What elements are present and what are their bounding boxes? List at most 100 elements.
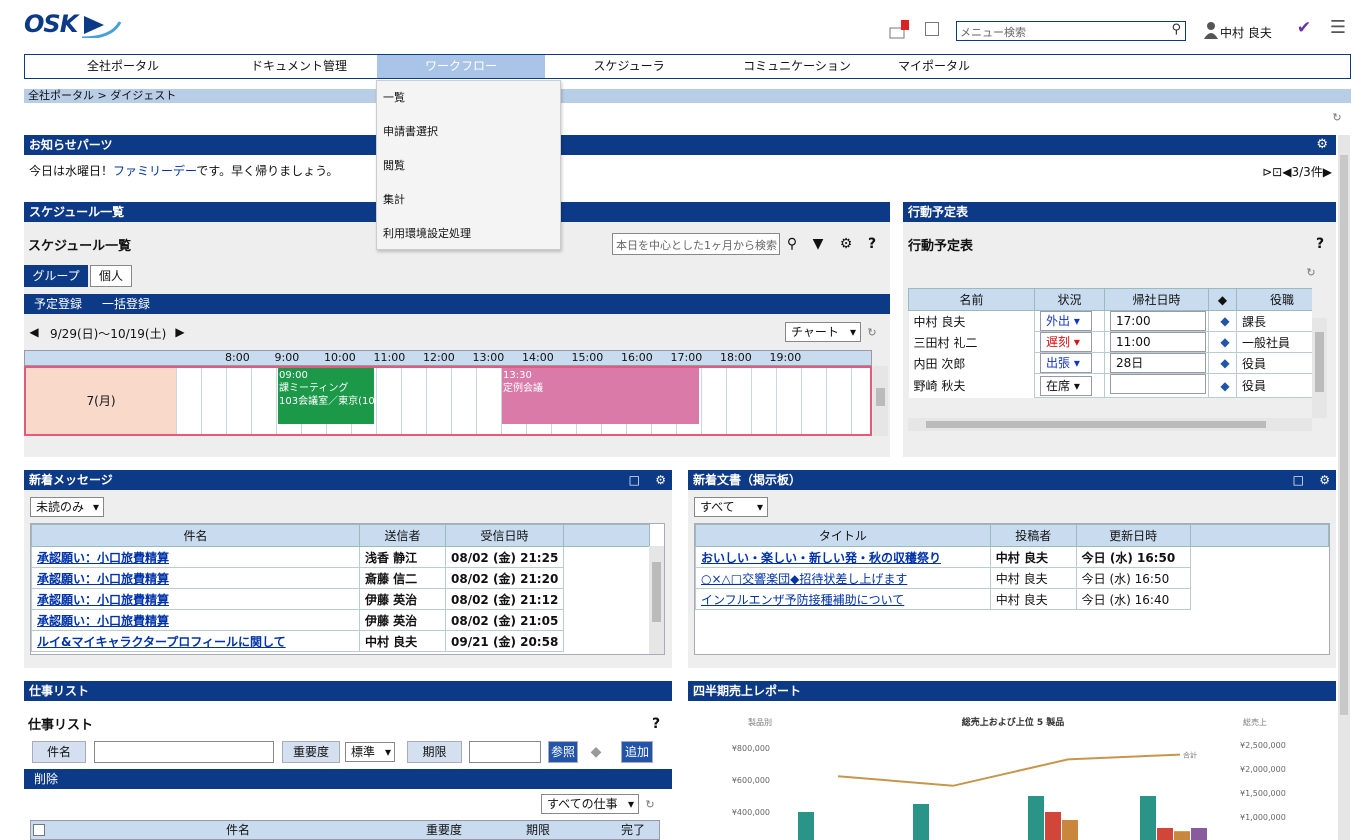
schedule-help-icon[interactable]: ? — [864, 236, 880, 252]
hamburger-menu-icon[interactable]: ☰ — [1328, 19, 1348, 40]
user-menu[interactable]: 中村 良夫 — [1204, 21, 1284, 41]
message-subject-link[interactable]: ルイ&マイキャラクタープロフィールに関して — [37, 635, 286, 649]
nav-scheduler[interactable]: スケジューラ — [545, 55, 713, 78]
add-task-button[interactable]: 追加 — [621, 741, 653, 763]
action-edit-icon[interactable]: ◆ — [1208, 331, 1237, 353]
message-subject[interactable]: 承認願い：小口旅費精算 — [31, 609, 360, 631]
message-row[interactable]: 承認願い：小口旅費精算 伊藤 英治 08/02 (金) 21:12 — [31, 588, 650, 610]
dropdown-item-view[interactable]: 閲覧 — [377, 149, 560, 183]
schedule-search-input[interactable]: 本日を中心とした1ヶ月から検索 — [612, 233, 780, 255]
action-status[interactable]: 外出 ▾ — [1034, 310, 1105, 332]
message-subject-link[interactable]: 承認願い：小口旅費精算 — [37, 572, 169, 586]
notice-gear-icon[interactable]: ⚙ — [1316, 135, 1328, 155]
nav-workflow[interactable]: ワークフロー — [377, 55, 545, 78]
doc-row[interactable]: インフルエンザ予防接種補助について 中村 良夫 今日 (水) 16:40 — [695, 588, 1329, 610]
action-hscroll[interactable] — [908, 418, 1312, 431]
message-row[interactable]: 承認願い：小口旅費精算 斎藤 信二 08/02 (金) 21:20 — [31, 567, 650, 589]
docs-window-icon[interactable]: □ — [1293, 470, 1304, 490]
nav-communication[interactable]: コミュニケーション — [713, 55, 881, 78]
nav-portal[interactable]: 全社ポータル — [25, 55, 221, 78]
page-scrollbar[interactable] — [1338, 135, 1350, 840]
tasks-help-icon[interactable]: ? — [648, 716, 664, 732]
delete-task-link[interactable]: 削除 — [34, 772, 58, 786]
action-edit-icon[interactable]: ◆ — [1208, 352, 1237, 374]
dropdown-item-list[interactable]: 一覧 — [377, 81, 560, 115]
nav-documents[interactable]: ドキュメント管理 — [221, 55, 377, 78]
schedule-scrollbar[interactable] — [873, 366, 888, 436]
message-row[interactable]: ルイ&マイキャラクタープロフィールに関して 中村 良夫 09/21 (金) 20… — [31, 630, 650, 652]
nav-myportal[interactable]: マイポータル — [881, 55, 987, 78]
view-select[interactable]: チャート ▾ — [785, 322, 861, 342]
tasks-refresh-icon[interactable]: ↻ — [644, 797, 656, 813]
schedule-refresh-icon[interactable]: ↻ — [866, 325, 878, 341]
doc-title-link[interactable]: おいしい・楽しい・新しい発・秋の収穫祭り — [701, 551, 941, 565]
doc-title-link[interactable]: インフルエンザ予防接種補助について — [701, 593, 904, 607]
dropdown-item-settings[interactable]: 利用環境設定処理 — [377, 217, 560, 251]
tasks-select-all[interactable] — [33, 824, 45, 836]
action-return[interactable]: 17:00 — [1104, 310, 1209, 332]
task-subject-input[interactable] — [94, 741, 274, 763]
bulk-add-link[interactable]: 一括登録 — [102, 294, 150, 314]
action-status[interactable]: 遅刻 ▾ — [1034, 331, 1105, 353]
reference-button[interactable]: 参照 — [548, 741, 578, 763]
check-logo-icon[interactable]: ✔ — [1294, 20, 1314, 40]
schedule-tab-group[interactable]: グループ — [24, 265, 88, 287]
subject-label-button[interactable]: 件名 — [32, 741, 86, 763]
message-subject-link[interactable]: 承認願い：小口旅費精算 — [37, 551, 169, 565]
notice-pager[interactable]: ⊳⊡◀3/3件▶ — [1262, 163, 1332, 180]
action-return[interactable] — [1104, 373, 1209, 398]
play-icon[interactable]: ⊳ — [1262, 165, 1272, 179]
doc-title[interactable]: おいしい・楽しい・新しい発・秋の収穫祭り — [695, 546, 991, 568]
action-edit-icon[interactable]: ◆ — [1208, 373, 1237, 398]
priority-select[interactable]: 標準 ▾ — [345, 742, 395, 762]
prev-week-icon[interactable]: ◀ — [28, 324, 40, 340]
priority-label-button[interactable]: 重要度 — [282, 741, 340, 763]
action-refresh-icon[interactable]: ↻ — [1304, 265, 1318, 281]
doc-title[interactable]: ○×△□交響楽団◆招待状差し上げます — [695, 567, 991, 589]
schedule-search-icon[interactable]: ⚲ — [784, 236, 800, 252]
eraser-icon[interactable]: ◆ — [588, 744, 604, 760]
action-help-icon[interactable]: ? — [1312, 236, 1328, 252]
action-vscroll[interactable] — [1312, 318, 1327, 418]
doc-title[interactable]: インフルエンザ予防接種補助について — [695, 588, 991, 610]
add-schedule-link[interactable]: 予定登録 — [34, 294, 82, 314]
message-subject[interactable]: 承認願い：小口旅費精算 — [31, 546, 360, 568]
message-subject[interactable]: 承認願い：小口旅費精算 — [31, 567, 360, 589]
filter-icon[interactable]: ▼ — [810, 236, 826, 252]
schedule-gear-icon[interactable]: ⚙ — [838, 236, 854, 252]
menu-search-input[interactable]: メニュー検索 ⚲ — [956, 21, 1186, 41]
window-icon[interactable] — [925, 22, 939, 36]
doc-row[interactable]: おいしい・楽しい・新しい発・秋の収穫祭り 中村 良夫 今日 (水) 16:50 — [695, 546, 1329, 568]
messages-scrollbar[interactable] — [649, 546, 664, 654]
action-edit-icon[interactable]: ◆ — [1208, 310, 1237, 332]
doc-title-link[interactable]: ○×△□交響楽団◆招待状差し上げます — [701, 572, 907, 586]
messages-gear-icon[interactable]: ⚙ — [655, 470, 666, 490]
action-status[interactable]: 在席 ▾ — [1034, 373, 1105, 398]
action-return[interactable]: 28日 — [1104, 352, 1209, 374]
message-subject[interactable]: ルイ&マイキャラクタープロフィールに関して — [31, 630, 360, 652]
dropdown-item-select-form[interactable]: 申請書選択 — [377, 115, 560, 149]
messages-window-icon[interactable]: □ — [629, 470, 640, 490]
pause-icon[interactable]: ⊡ — [1272, 165, 1282, 179]
task-filter[interactable]: すべての仕事 ▾ — [541, 794, 639, 814]
message-subject-link[interactable]: 承認願い：小口旅費精算 — [37, 614, 169, 628]
action-status[interactable]: 出張 ▾ — [1034, 352, 1105, 374]
notice-link[interactable]: ファミリーデー — [113, 164, 196, 178]
action-return[interactable]: 11:00 — [1104, 331, 1209, 353]
message-subject-link[interactable]: 承認願い：小口旅費精算 — [37, 593, 169, 607]
search-icon[interactable]: ⚲ — [1171, 22, 1181, 37]
event-meeting[interactable]: 09:00 課ミーティング 103会議室／東京(10: — [278, 368, 374, 424]
doc-row[interactable]: ○×△□交響楽団◆招待状差し上げます 中村 良夫 今日 (水) 16:50 — [695, 567, 1329, 589]
logo[interactable]: OSK — [24, 10, 122, 40]
messages-filter[interactable]: 未読のみ ▾ — [30, 497, 104, 517]
docs-gear-icon[interactable]: ⚙ — [1319, 470, 1330, 490]
message-row[interactable]: 承認願い：小口旅費精算 浅香 静江 08/02 (金) 21:25 — [31, 546, 650, 568]
schedule-tab-personal[interactable]: 個人 — [90, 265, 132, 287]
deadline-input[interactable] — [469, 741, 541, 763]
message-subject[interactable]: 承認願い：小口旅費精算 — [31, 588, 360, 610]
next-week-icon[interactable]: ▶ — [174, 324, 186, 340]
docs-filter[interactable]: すべて ▾ — [694, 497, 768, 517]
event-regular[interactable]: 13:30 定例会議 — [502, 368, 699, 424]
notification-icon[interactable] — [888, 20, 910, 40]
deadline-label-button[interactable]: 期限 — [407, 741, 462, 763]
